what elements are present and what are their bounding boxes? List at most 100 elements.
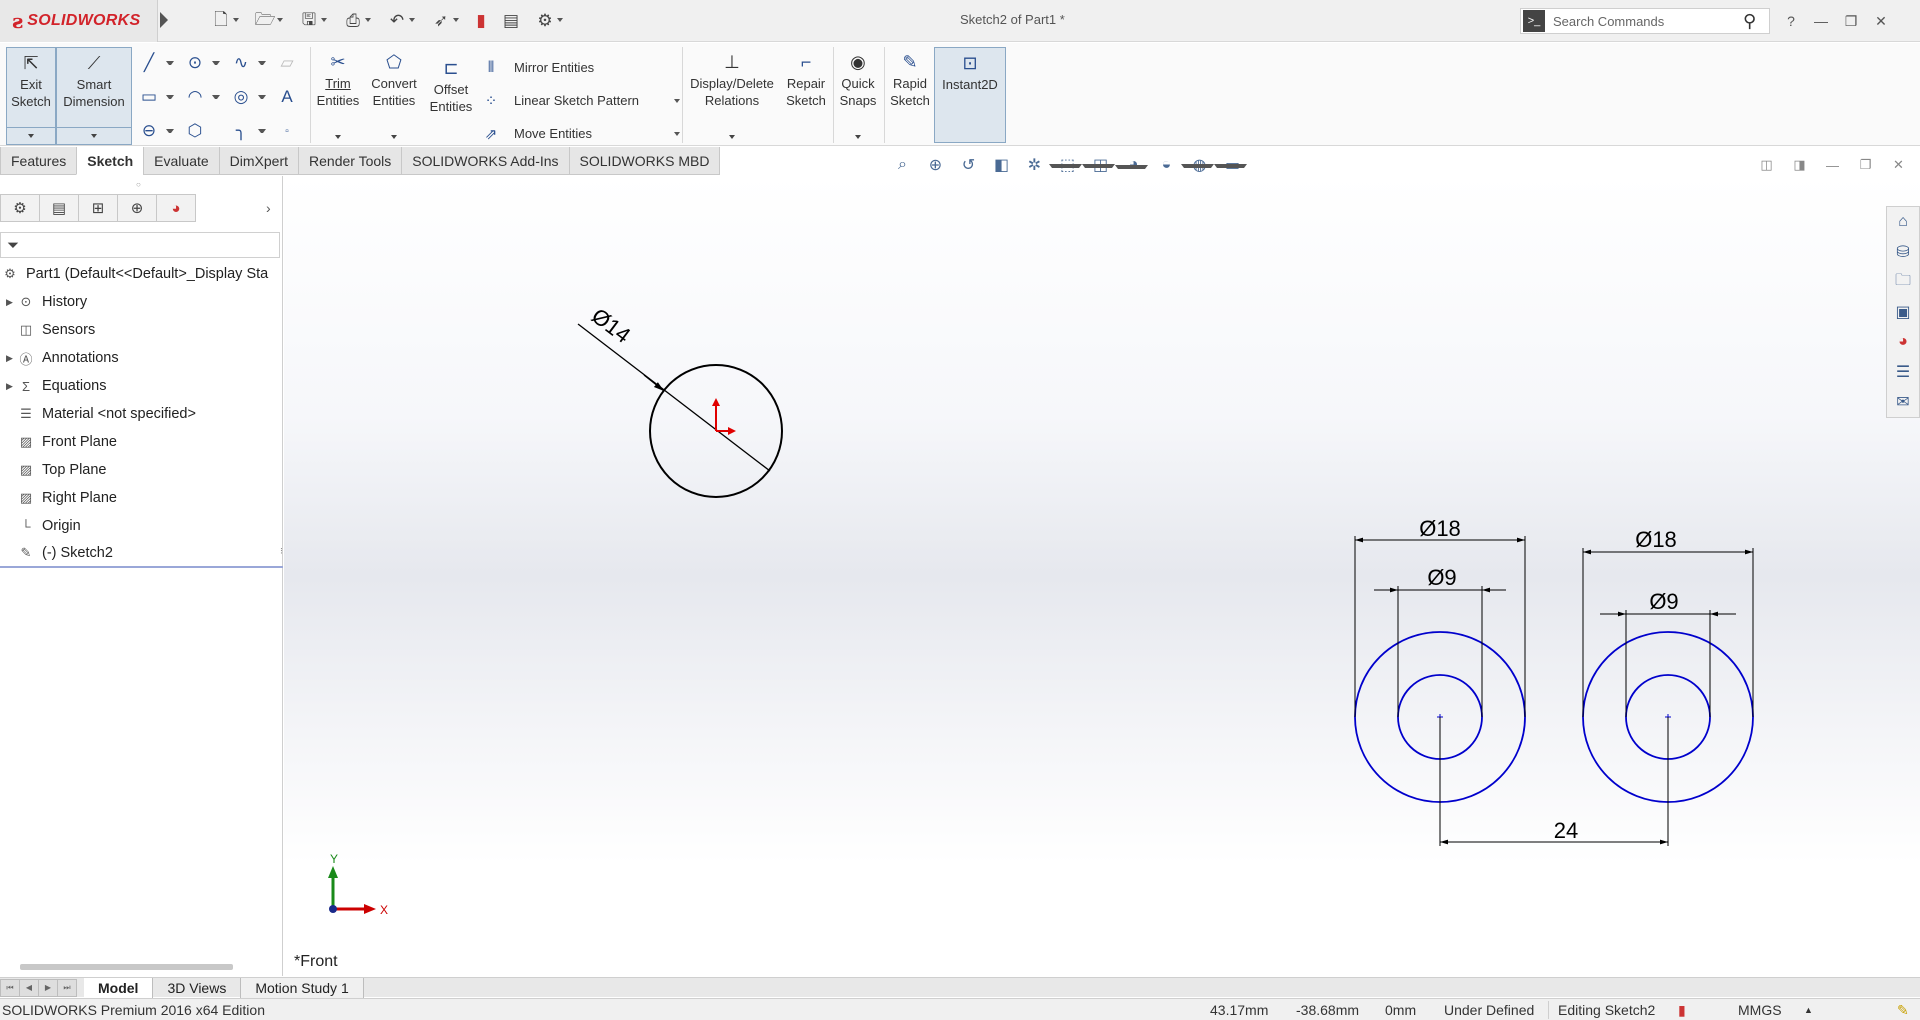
- linear-sketch-pattern-button[interactable]: ⁘ Linear Sketch Pattern: [480, 84, 680, 117]
- units-dropdown-icon[interactable]: ▲: [1804, 1005, 1813, 1015]
- tree-item-sensors[interactable]: ◫ Sensors: [0, 316, 283, 344]
- point-icon[interactable]: ▫: [274, 119, 300, 143]
- expand-arrow-icon[interactable]: ▶: [6, 381, 16, 392]
- view-palette-icon[interactable]: ▣: [1887, 297, 1919, 327]
- tab-solidworks-add-ins[interactable]: SOLIDWORKS Add-Ins: [401, 147, 570, 175]
- sketch-canvas[interactable]: Ø14 Ø18 Ø9 Ø18 Ø9 24 Y X: [284, 176, 1920, 976]
- zoom-to-area-icon[interactable]: ⊕: [919, 155, 952, 175]
- left-circle-dimension[interactable]: Ø14: [587, 303, 635, 348]
- view-settings-icon[interactable]: ▭: [1214, 155, 1249, 175]
- exit-sketch-button[interactable]: ⇱ Exit Sketch: [6, 47, 56, 145]
- close-icon[interactable]: ✕: [1866, 13, 1896, 30]
- tree-item-material[interactable]: ☰ Material <not specified>: [0, 400, 283, 428]
- display-manager-tab-icon[interactable]: ◕: [156, 194, 196, 222]
- solidworks-menu-button[interactable]: ƨ SOLIDWORKS: [0, 0, 158, 42]
- tab-features[interactable]: Features: [0, 147, 78, 175]
- center-distance-label[interactable]: 24: [1554, 818, 1578, 843]
- tab-model[interactable]: Model: [84, 977, 154, 998]
- inner-diameter-right-label[interactable]: Ø9: [1649, 589, 1678, 614]
- trim-entities-button[interactable]: ✂ Trim Entities: [314, 47, 362, 145]
- tree-root-part[interactable]: ⚙ Part1 (Default<<Default>_Display Sta: [0, 260, 283, 288]
- tree-item-right-plane[interactable]: ▨ Right Plane: [0, 484, 283, 512]
- quick-snaps-button[interactable]: ◉ Quick Snaps: [836, 47, 880, 145]
- inner-dimension-right[interactable]: [1600, 610, 1736, 717]
- search-commands-box[interactable]: >_ Search Commands ⚲: [1520, 8, 1770, 34]
- doc-close-icon[interactable]: ✕: [1882, 157, 1915, 173]
- display-delete-relations-button[interactable]: ⊥ Display/Delete Relations: [686, 47, 778, 145]
- tab-solidworks-mbd[interactable]: SOLIDWORKS MBD: [568, 147, 721, 175]
- last-tab-icon[interactable]: ⏭: [57, 978, 77, 997]
- fillet-icon[interactable]: ╮: [228, 119, 254, 143]
- file-properties-icon[interactable]: ▤: [496, 8, 526, 34]
- open-icon[interactable]: 🗁: [250, 8, 283, 34]
- expand-arrow-icon[interactable]: ▶: [6, 297, 16, 308]
- options-icon[interactable]: ⚙: [530, 8, 563, 34]
- edit-appearance-icon[interactable]: ◒: [1150, 156, 1183, 174]
- apply-scene-icon[interactable]: ◍: [1181, 155, 1216, 175]
- tab-motion-study-1[interactable]: Motion Study 1: [241, 977, 364, 998]
- spline-icon[interactable]: ∿: [228, 51, 254, 75]
- left-circle-group[interactable]: Ø14: [577, 303, 783, 498]
- tab-evaluate[interactable]: Evaluate: [143, 147, 220, 175]
- left-diameter-leader[interactable]: [577, 323, 771, 472]
- tree-filter[interactable]: ⏷: [0, 232, 280, 258]
- forum-icon[interactable]: ✉: [1887, 387, 1919, 417]
- repair-sketch-button[interactable]: ⌐ Repair Sketch: [782, 47, 830, 145]
- dynamic-annotation-icon[interactable]: ✲: [1018, 155, 1051, 175]
- polygon-icon[interactable]: ⬡: [182, 119, 208, 143]
- prev-tab-icon[interactable]: ◀: [19, 978, 39, 997]
- tab-3d-views[interactable]: 3D Views: [153, 977, 242, 998]
- tree-item-annotations[interactable]: ▶ Ⓐ Annotations: [0, 344, 283, 372]
- undo-icon[interactable]: ↶: [382, 8, 415, 34]
- doc-restore-icon[interactable]: ❐: [1849, 157, 1882, 173]
- rebuild-icon[interactable]: ▮: [466, 8, 496, 34]
- panel-splitter-icon[interactable]: ○: [136, 180, 141, 189]
- tab-render-tools[interactable]: Render Tools: [298, 147, 403, 175]
- offset-entities-button[interactable]: ⊏ Offset Entities: [426, 47, 476, 145]
- appearances-icon[interactable]: ◕: [1887, 327, 1919, 357]
- reference-triad[interactable]: Y X: [328, 852, 388, 917]
- rapid-sketch-button[interactable]: ✎ Rapid Sketch: [888, 47, 932, 145]
- tree-item-origin[interactable]: └ Origin: [0, 512, 283, 540]
- convert-entities-button[interactable]: ⬠ Convert Entities: [366, 47, 422, 145]
- tile-left-icon[interactable]: ◫: [1750, 157, 1783, 173]
- rectangle-icon[interactable]: ▭: [136, 85, 162, 109]
- restore-icon[interactable]: ❐: [1836, 13, 1866, 30]
- help-button[interactable]: ?: [1776, 13, 1806, 29]
- rebuild-status-icon[interactable]: ▮: [1678, 1002, 1686, 1019]
- text-icon[interactable]: A: [274, 85, 300, 109]
- tree-item-sketch2[interactable]: ✎ (-) Sketch2: [0, 540, 283, 568]
- save-icon[interactable]: 🖫: [294, 8, 327, 34]
- circle-icon[interactable]: ⊙: [182, 51, 208, 75]
- smart-dimension-button[interactable]: ⟋ Smart Dimension: [56, 47, 132, 145]
- inner-dimension-left[interactable]: [1374, 586, 1506, 717]
- outer-diameter-left-label[interactable]: Ø18: [1419, 516, 1461, 541]
- inner-diameter-left-label[interactable]: Ø9: [1427, 565, 1456, 590]
- view-orientation-icon[interactable]: ⬚: [1049, 155, 1084, 175]
- next-tab-icon[interactable]: ▶: [38, 978, 58, 997]
- tree-item-top-plane[interactable]: ▨ Top Plane: [0, 456, 283, 484]
- design-library-icon[interactable]: ⛁: [1887, 237, 1919, 267]
- line-icon[interactable]: ╱: [136, 51, 162, 75]
- section-view-icon[interactable]: ◧: [985, 155, 1018, 175]
- first-tab-icon[interactable]: ⏮: [0, 978, 20, 997]
- ellipse-icon[interactable]: ◎: [228, 85, 254, 109]
- zoom-to-fit-icon[interactable]: ⌕: [886, 156, 919, 174]
- tile-right-icon[interactable]: ◨: [1783, 157, 1816, 173]
- menu-expand-icon[interactable]: [160, 12, 168, 28]
- previous-view-icon[interactable]: ↺: [952, 155, 985, 175]
- mirror-entities-button[interactable]: ⫴ Mirror Entities: [480, 51, 680, 84]
- dimxpert-manager-tab-icon[interactable]: ⊕: [117, 194, 157, 222]
- minimize-icon[interactable]: —: [1806, 13, 1836, 29]
- units-selector[interactable]: MMGS: [1738, 1002, 1782, 1018]
- panel-expand-icon[interactable]: ›: [266, 200, 271, 216]
- print-icon[interactable]: ⎙: [338, 8, 371, 34]
- instant2d-button[interactable]: ⊡ Instant2D: [934, 47, 1006, 143]
- horizontal-scrollbar[interactable]: [20, 964, 233, 970]
- new-icon[interactable]: 🗋: [206, 8, 239, 34]
- tab-sketch[interactable]: Sketch: [76, 147, 145, 175]
- tree-item-front-plane[interactable]: ▨ Front Plane: [0, 428, 283, 456]
- expand-arrow-icon[interactable]: ▶: [6, 353, 16, 364]
- graphics-area[interactable]: Ø14 Ø18 Ø9 Ø18 Ø9 24 Y X: [284, 176, 1920, 976]
- slot-icon[interactable]: ⊖: [136, 119, 162, 143]
